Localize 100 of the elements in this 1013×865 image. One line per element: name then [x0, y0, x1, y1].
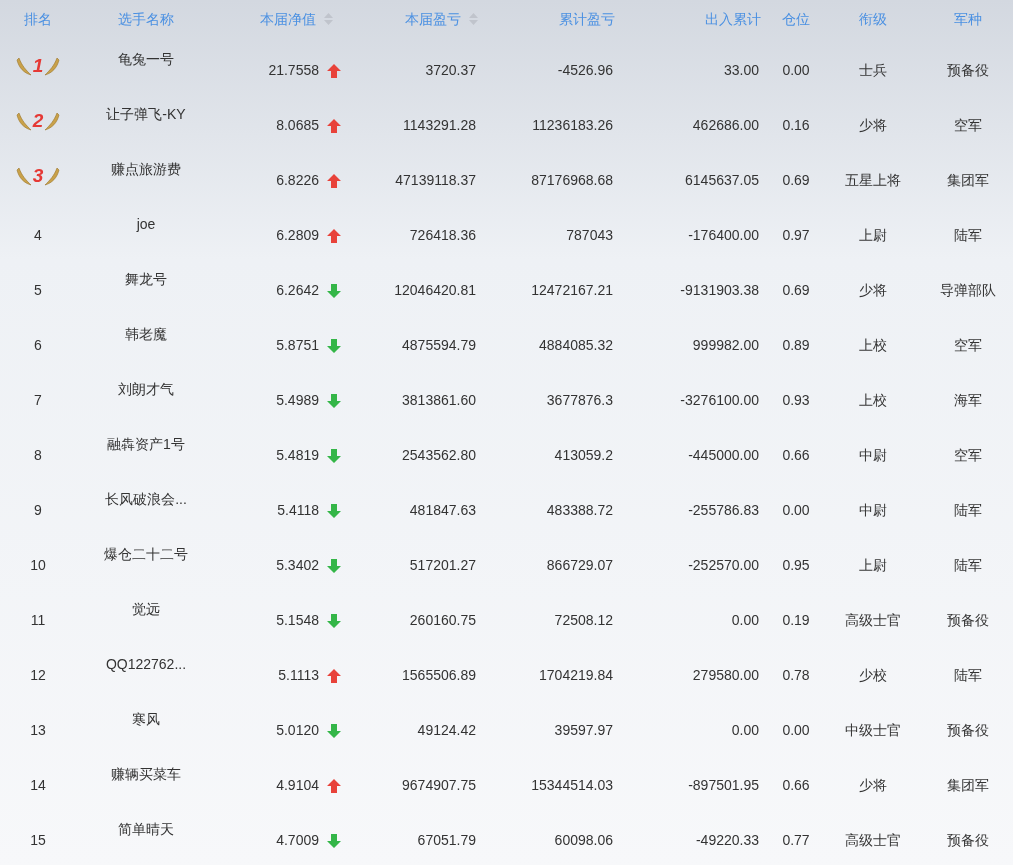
profit-value: 2543562.80	[402, 447, 476, 463]
net-value: 5.3402	[276, 556, 319, 575]
laurel-wing-icon	[15, 55, 32, 76]
military-rank: 中级士官	[845, 722, 901, 738]
flow-total-value: -445000.00	[688, 447, 759, 463]
profit-value: 3813861.60	[402, 392, 476, 408]
rank-number: 9	[34, 501, 42, 520]
position-value: 0.77	[782, 832, 810, 848]
column-header: 累计盈亏	[559, 9, 615, 29]
profit-value: 9674907.75	[402, 777, 476, 793]
net-value: 5.4989	[276, 391, 319, 410]
column-header: 选手名称	[118, 9, 174, 29]
total-profit-value: 39597.97	[554, 722, 613, 738]
profit-value: 4875594.79	[402, 337, 476, 353]
position-value: 0.69	[782, 172, 810, 188]
rank-number: 15	[30, 831, 46, 850]
service-branch: 导弹部队	[940, 282, 996, 298]
column-header: 出入累计	[705, 9, 761, 29]
flow-total-value: -49220.33	[695, 832, 759, 848]
rank-number: 13	[30, 721, 46, 740]
column-header: 仓位	[782, 9, 810, 29]
player-name: 刘朗才气	[118, 381, 174, 397]
net-value: 5.1548	[276, 611, 319, 630]
rank-number: 7	[34, 391, 42, 410]
column-header: 军种	[954, 9, 982, 29]
military-rank: 少将	[859, 282, 887, 298]
flow-total-value: 279580.00	[692, 667, 759, 683]
position-value: 0.00	[782, 62, 810, 78]
flow-total-value: -255786.83	[688, 502, 759, 518]
flow-total-value: -176400.00	[688, 227, 759, 243]
profit-value: 1565506.89	[402, 667, 476, 683]
column-header: 排名	[24, 9, 52, 29]
player-name: joe	[136, 216, 156, 232]
player-name: 简单晴天	[118, 821, 174, 837]
player-name: 让子弹飞-KY	[106, 106, 186, 122]
profit-value: 481847.63	[409, 502, 476, 518]
military-rank: 上尉	[859, 227, 887, 243]
total-profit-value: 4884085.32	[539, 337, 613, 353]
position-value: 0.16	[782, 117, 810, 133]
service-branch: 预备役	[947, 832, 989, 848]
net-value: 5.8751	[276, 336, 319, 355]
rank-number: 1	[32, 56, 44, 75]
flow-total-value: -9131903.38	[680, 282, 759, 298]
column-header[interactable]: 本届盈亏	[405, 8, 478, 30]
net-value: 8.0685	[276, 116, 319, 135]
total-profit-value: 60098.06	[554, 832, 613, 848]
service-branch: 空军	[954, 447, 982, 463]
laurel-wing-icon	[44, 165, 61, 186]
military-rank: 五星上将	[845, 172, 901, 188]
position-value: 0.19	[782, 612, 810, 628]
player-name: 寒风	[132, 711, 160, 727]
profit-value: 260160.75	[409, 612, 476, 628]
military-rank: 上校	[859, 337, 887, 353]
service-branch: 预备役	[947, 722, 989, 738]
laurel-wing-icon	[44, 110, 61, 131]
laurel-wing-icon	[15, 165, 32, 186]
position-value: 0.97	[782, 227, 810, 243]
profit-value: 1143291.28	[403, 117, 476, 133]
total-profit-value: 3677876.3	[546, 392, 613, 408]
service-branch: 海军	[954, 392, 982, 408]
net-value: 4.7009	[276, 831, 319, 850]
player-name: 韩老魔	[125, 326, 167, 342]
profit-value: 47139118.37	[395, 172, 476, 188]
position-value: 0.95	[782, 557, 810, 573]
military-rank: 上尉	[859, 557, 887, 573]
military-rank: 中尉	[859, 447, 887, 463]
flow-total-value: 999982.00	[692, 337, 759, 353]
profit-value: 3720.37	[425, 62, 476, 78]
total-profit-value: 72508.12	[554, 612, 613, 628]
position-value: 0.69	[782, 282, 810, 298]
flow-total-value: -252570.00	[688, 557, 759, 573]
military-rank: 少将	[859, 117, 887, 133]
service-branch: 集团军	[947, 172, 989, 188]
total-profit-value: 1704219.84	[539, 667, 613, 683]
rank-number: 5	[34, 281, 42, 300]
flow-total-value: 33.00	[723, 62, 759, 78]
rank-number: 6	[34, 336, 42, 355]
service-branch: 陆军	[954, 502, 982, 518]
column-header[interactable]: 本届净值	[260, 8, 333, 30]
position-value: 0.78	[782, 667, 810, 683]
rank-number: 4	[34, 226, 42, 245]
service-branch: 集团军	[947, 777, 989, 793]
player-name: 龟兔一号	[118, 51, 174, 67]
flow-total-value: 0.00	[731, 612, 759, 628]
player-name: 爆仓二十二号	[104, 546, 188, 562]
flow-total-value: 6145637.05	[685, 172, 759, 188]
player-name: QQ122762...	[105, 656, 187, 672]
military-rank: 少将	[859, 777, 887, 793]
military-rank: 少校	[859, 667, 887, 683]
position-value: 0.00	[782, 722, 810, 738]
position-value: 0.66	[782, 447, 810, 463]
player-name: 舞龙号	[125, 271, 167, 287]
profit-value: 12046420.81	[394, 282, 476, 298]
service-branch: 陆军	[954, 667, 982, 683]
rank-number: 8	[34, 446, 42, 465]
net-value: 5.1113	[278, 666, 319, 685]
position-value: 0.89	[782, 337, 810, 353]
total-profit-value: 413059.2	[554, 447, 613, 463]
rank-number: 12	[30, 666, 46, 685]
service-branch: 预备役	[947, 62, 989, 78]
